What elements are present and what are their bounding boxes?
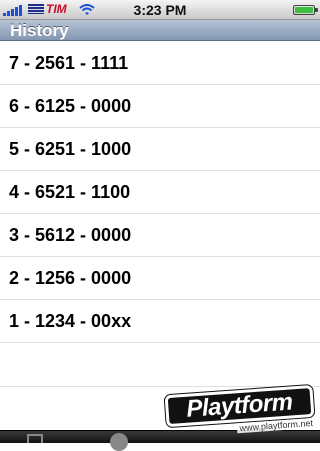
empty-row: [0, 343, 320, 387]
navigation-bar: History: [0, 20, 320, 41]
history-entry: 3 - 5612 - 0000: [9, 224, 132, 245]
tab-game-icon[interactable]: [110, 433, 128, 451]
history-entry: 1 - 1234 - 00xx: [9, 310, 132, 331]
history-entry: 5 - 6251 - 1000: [9, 138, 132, 159]
history-row[interactable]: 2 - 1256 - 0000: [0, 257, 320, 300]
history-entry: 4 - 6521 - 1100: [9, 181, 131, 202]
battery-icon: [293, 5, 318, 15]
history-entry: 2 - 1256 - 0000: [9, 267, 132, 288]
history-entry: 7 - 2561 - 1111: [9, 52, 129, 73]
history-entry: 6 - 6125 - 0000: [9, 95, 132, 116]
history-row[interactable]: 3 - 5612 - 0000: [0, 214, 320, 257]
page-title: History: [10, 21, 69, 40]
history-row[interactable]: 6 - 6125 - 0000: [0, 85, 320, 128]
status-time: 3:23 PM: [133, 2, 187, 18]
history-list: 7 - 2561 - 1111 6 - 6125 - 0000 5 - 6251…: [0, 42, 320, 387]
history-row[interactable]: 1 - 1234 - 00xx: [0, 300, 320, 343]
history-row[interactable]: 7 - 2561 - 1111: [0, 42, 320, 85]
history-row[interactable]: 4 - 6521 - 1100: [0, 171, 320, 214]
history-row[interactable]: 5 - 6251 - 1000: [0, 128, 320, 171]
status-bar: TIM 3:23 PM: [0, 0, 320, 20]
